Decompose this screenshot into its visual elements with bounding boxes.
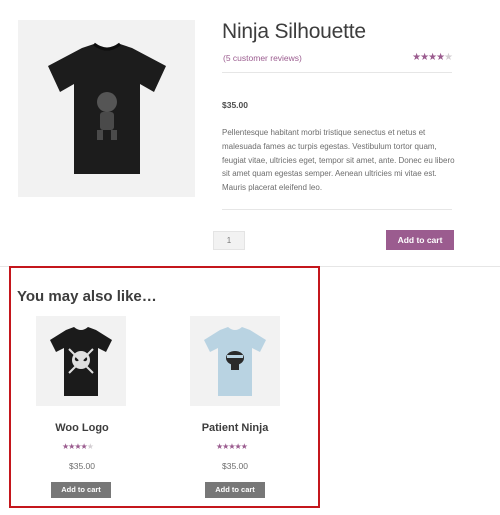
star-rating: ★★★★★ <box>216 442 248 451</box>
black-tshirt-icon <box>48 42 166 174</box>
star-rating: ★★★★★ <box>412 52 453 63</box>
add-to-cart-button[interactable]: Add to cart <box>386 230 454 250</box>
product-image[interactable] <box>18 20 195 197</box>
review-row: (5 customer reviews) ★★★★★ <box>222 51 454 65</box>
star-rating: ★★★★★ <box>62 442 94 451</box>
divider <box>222 72 452 73</box>
related-item-image[interactable] <box>190 316 280 406</box>
add-to-cart-button[interactable]: Add to cart <box>205 482 265 498</box>
product-description: Pellentesque habitant morbi tristique se… <box>222 128 455 193</box>
related-item-name[interactable]: Woo Logo <box>22 422 142 434</box>
related-item-price: $35.00 <box>222 461 248 471</box>
customer-reviews-link[interactable]: (5 customer reviews) <box>223 53 302 63</box>
related-item-name[interactable]: Patient Ninja <box>175 422 295 434</box>
product-price: $35.00 <box>222 100 248 110</box>
black-tshirt-icon <box>50 327 112 396</box>
related-products-heading: You may also like… <box>17 288 157 305</box>
light-blue-tshirt-icon <box>204 327 266 396</box>
product-summary: Ninja Silhouette (5 customer reviews) ★★… <box>222 18 454 65</box>
divider <box>222 209 452 210</box>
related-item-image[interactable] <box>36 316 126 406</box>
related-item-price: $35.00 <box>69 461 95 471</box>
quantity-input[interactable]: 1 <box>213 231 245 250</box>
add-to-cart-button[interactable]: Add to cart <box>51 482 111 498</box>
product-title: Ninja Silhouette <box>222 20 366 43</box>
